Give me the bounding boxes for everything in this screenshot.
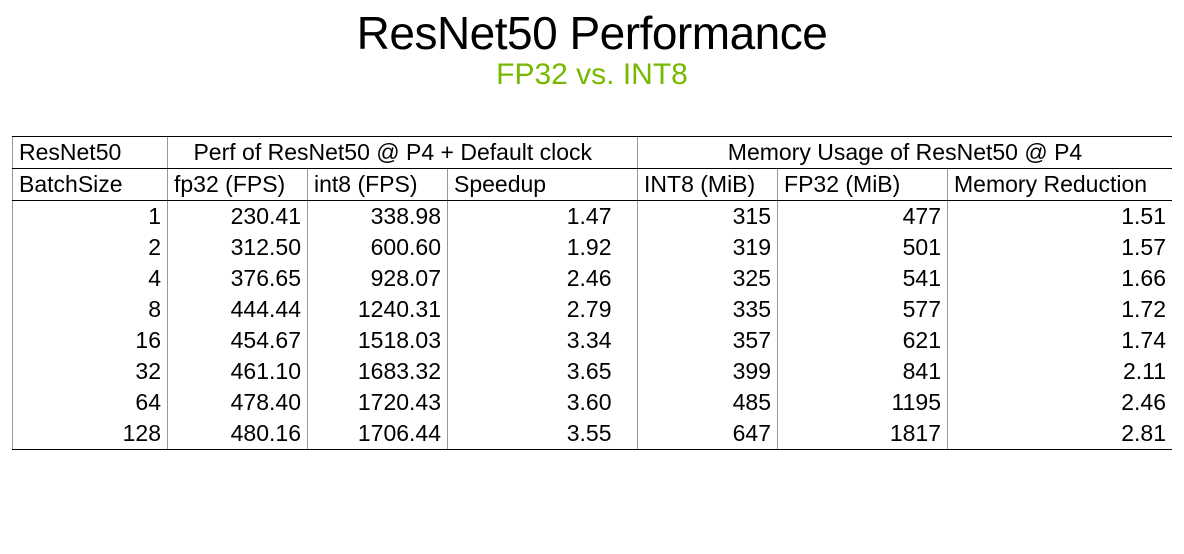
col-group-perf: Perf of ResNet50 @ P4 + Default clock — [168, 137, 618, 169]
cell-int8-mib: 315 — [638, 201, 778, 233]
cell-memred: 1.57 — [948, 232, 1172, 263]
cell-gap — [618, 387, 638, 418]
cell-batch: 4 — [13, 263, 168, 294]
cell-fp32-fps: 454.67 — [168, 325, 308, 356]
cell-memred: 2.11 — [948, 356, 1172, 387]
cell-speedup: 3.34 — [448, 325, 618, 356]
cell-fp32-mib: 1817 — [778, 418, 948, 450]
cell-batch: 8 — [13, 294, 168, 325]
page-title: ResNet50 Performance — [12, 6, 1172, 60]
cell-fp32-fps: 480.16 — [168, 418, 308, 450]
cell-int8-mib: 319 — [638, 232, 778, 263]
table-row: 2312.50600.601.92 3195011.57 — [13, 232, 1173, 263]
cell-int8-fps: 928.07 — [308, 263, 448, 294]
cell-gap — [618, 201, 638, 233]
col-gap — [618, 169, 638, 201]
cell-int8-mib: 335 — [638, 294, 778, 325]
cell-speedup: 2.79 — [448, 294, 618, 325]
col-memred: Memory Reduction — [948, 169, 1172, 201]
page-subtitle: FP32 vs. INT8 — [12, 58, 1172, 92]
table-row: 16454.671518.033.34 3576211.74 — [13, 325, 1173, 356]
cell-fp32-fps: 444.44 — [168, 294, 308, 325]
table-header-group-row: ResNet50 Perf of ResNet50 @ P4 + Default… — [13, 137, 1173, 169]
cell-int8-mib: 485 — [638, 387, 778, 418]
cell-speedup: 2.46 — [448, 263, 618, 294]
col-gap — [618, 137, 638, 169]
cell-memred: 1.66 — [948, 263, 1172, 294]
cell-memred: 2.81 — [948, 418, 1172, 450]
cell-fp32-mib: 477 — [778, 201, 948, 233]
cell-int8-mib: 357 — [638, 325, 778, 356]
table-row: 64478.401720.433.60 48511952.46 — [13, 387, 1173, 418]
table-row: 128480.161706.443.55 64718172.81 — [13, 418, 1173, 450]
col-int8-fps: int8 (FPS) — [308, 169, 448, 201]
col-speedup: Speedup — [448, 169, 618, 201]
col-fp32-mib: FP32 (MiB) — [778, 169, 948, 201]
cell-fp32-mib: 621 — [778, 325, 948, 356]
cell-memred: 2.46 — [948, 387, 1172, 418]
cell-int8-fps: 1706.44 — [308, 418, 448, 450]
cell-int8-mib: 399 — [638, 356, 778, 387]
slide: ResNet50 Performance FP32 vs. INT8 ResNe… — [0, 6, 1184, 554]
cell-speedup: 3.55 — [448, 418, 618, 450]
cell-speedup: 3.60 — [448, 387, 618, 418]
cell-memred: 1.51 — [948, 201, 1172, 233]
cell-gap — [618, 232, 638, 263]
cell-fp32-mib: 577 — [778, 294, 948, 325]
cell-int8-fps: 1518.03 — [308, 325, 448, 356]
cell-int8-fps: 600.60 — [308, 232, 448, 263]
cell-fp32-fps: 461.10 — [168, 356, 308, 387]
col-fp32-fps: fp32 (FPS) — [168, 169, 308, 201]
cell-batch: 32 — [13, 356, 168, 387]
table-row: 1230.41338.981.47 3154771.51 — [13, 201, 1173, 233]
cell-batch: 64 — [13, 387, 168, 418]
cell-fp32-mib: 541 — [778, 263, 948, 294]
performance-table: ResNet50 Perf of ResNet50 @ P4 + Default… — [12, 136, 1172, 450]
table-row: 8444.441240.312.79 3355771.72 — [13, 294, 1173, 325]
table-header-row: BatchSize fp32 (FPS) int8 (FPS) Speedup … — [13, 169, 1173, 201]
cell-fp32-mib: 1195 — [778, 387, 948, 418]
cell-batch: 16 — [13, 325, 168, 356]
cell-memred: 1.74 — [948, 325, 1172, 356]
col-group-mem: Memory Usage of ResNet50 @ P4 — [638, 137, 1172, 169]
cell-speedup: 1.92 — [448, 232, 618, 263]
cell-fp32-fps: 376.65 — [168, 263, 308, 294]
cell-gap — [618, 294, 638, 325]
cell-gap — [618, 418, 638, 450]
cell-gap — [618, 356, 638, 387]
table-row: 4376.65928.072.46 3255411.66 — [13, 263, 1173, 294]
cell-int8-fps: 1720.43 — [308, 387, 448, 418]
cell-speedup: 1.47 — [448, 201, 618, 233]
cell-batch: 2 — [13, 232, 168, 263]
cell-fp32-fps: 312.50 — [168, 232, 308, 263]
cell-int8-fps: 1683.32 — [308, 356, 448, 387]
cell-fp32-fps: 230.41 — [168, 201, 308, 233]
table-body: 1230.41338.981.473154771.512312.50600.60… — [13, 201, 1173, 450]
cell-fp32-mib: 841 — [778, 356, 948, 387]
cell-int8-mib: 647 — [638, 418, 778, 450]
cell-memred: 1.72 — [948, 294, 1172, 325]
cell-gap — [618, 263, 638, 294]
cell-batch: 128 — [13, 418, 168, 450]
col-batch: BatchSize — [13, 169, 168, 201]
cell-fp32-fps: 478.40 — [168, 387, 308, 418]
cell-gap — [618, 325, 638, 356]
col-corner: ResNet50 — [13, 137, 168, 169]
cell-speedup: 3.65 — [448, 356, 618, 387]
cell-int8-fps: 1240.31 — [308, 294, 448, 325]
cell-batch: 1 — [13, 201, 168, 233]
table-row: 32461.101683.323.65 3998412.11 — [13, 356, 1173, 387]
col-int8-mib: INT8 (MiB) — [638, 169, 778, 201]
cell-fp32-mib: 501 — [778, 232, 948, 263]
cell-int8-mib: 325 — [638, 263, 778, 294]
cell-int8-fps: 338.98 — [308, 201, 448, 233]
